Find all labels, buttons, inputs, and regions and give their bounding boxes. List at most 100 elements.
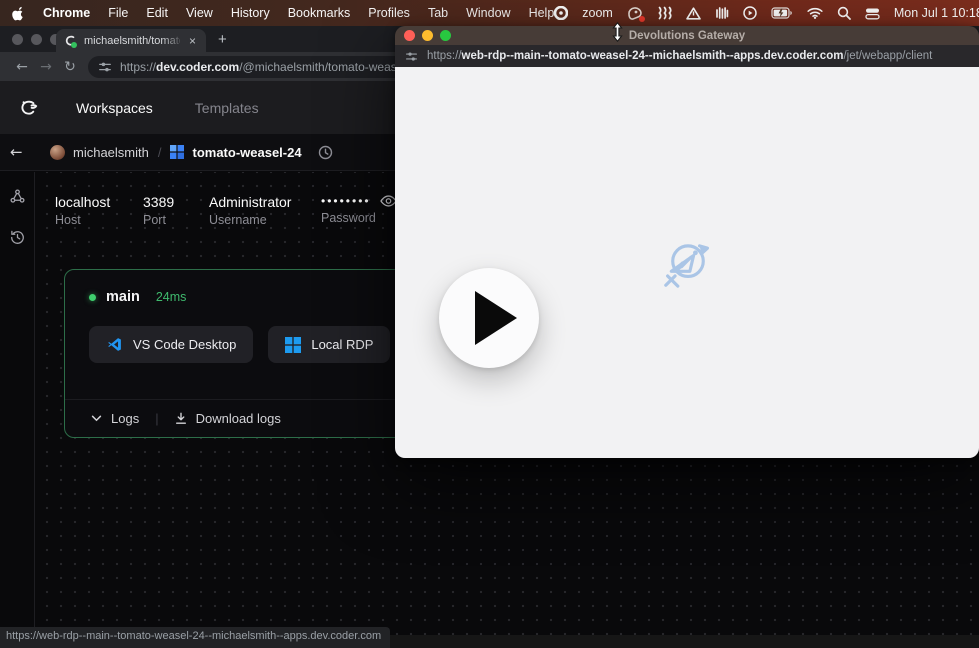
menu-item-file[interactable]: File bbox=[108, 6, 128, 20]
host-label: Host bbox=[55, 213, 143, 227]
url-host: web-rdp--main--tomato-weasel-24--michael… bbox=[462, 50, 844, 62]
play-circle-icon[interactable] bbox=[743, 5, 757, 21]
triangle-icon[interactable] bbox=[686, 5, 701, 21]
breadcrumb-separator: / bbox=[158, 145, 162, 160]
host-value: localhost bbox=[55, 194, 143, 210]
back-arrow-icon[interactable]: ← bbox=[10, 143, 34, 161]
password-label: Password bbox=[321, 211, 397, 225]
tab-close-icon[interactable]: × bbox=[186, 34, 199, 48]
logs-toggle[interactable]: Logs bbox=[91, 411, 139, 426]
devolutions-url-bar[interactable]: https://web-rdp--main--tomato-weasel-24-… bbox=[395, 45, 979, 67]
chevron-down-icon bbox=[91, 415, 102, 422]
site-settings-icon[interactable] bbox=[405, 50, 418, 63]
port-label: Port bbox=[143, 213, 209, 227]
coder-logo[interactable] bbox=[16, 96, 40, 120]
link-status-bubble: https://web-rdp--main--tomato-weasel-24-… bbox=[0, 627, 390, 648]
close-window-button[interactable] bbox=[12, 34, 23, 45]
vscode-desktop-button[interactable]: VS Code Desktop bbox=[89, 326, 253, 363]
nav-workspaces[interactable]: Workspaces bbox=[76, 100, 153, 116]
move-cursor bbox=[611, 22, 624, 42]
schedule-clock-icon[interactable] bbox=[318, 145, 333, 160]
menu-bar-clock[interactable]: Mon Jul 1 10:18:14 AM bbox=[894, 6, 979, 20]
devolutions-title-bar[interactable]: Devolutions Gateway bbox=[395, 26, 979, 45]
wifi-icon[interactable] bbox=[807, 5, 823, 21]
menu-item-help[interactable]: Help bbox=[529, 6, 555, 20]
workspace-sidebar bbox=[0, 172, 35, 635]
minimize-window-button[interactable] bbox=[422, 30, 433, 41]
site-settings-icon[interactable] bbox=[98, 60, 112, 74]
download-icon bbox=[175, 412, 187, 425]
devolutions-bird-logo bbox=[663, 237, 713, 289]
menu-item-view[interactable]: View bbox=[186, 6, 213, 20]
download-logs-label: Download logs bbox=[196, 411, 281, 426]
bars-icon[interactable] bbox=[715, 5, 729, 21]
minimize-window-button[interactable] bbox=[31, 34, 42, 45]
back-icon[interactable]: ← bbox=[10, 59, 34, 75]
username-value: Administrator bbox=[209, 194, 321, 210]
battery-icon[interactable] bbox=[771, 5, 793, 21]
download-logs-button[interactable]: Download logs bbox=[175, 411, 281, 426]
menu-item-window[interactable]: Window bbox=[466, 6, 510, 20]
agent-name: main bbox=[106, 289, 140, 305]
resources-nodes-icon[interactable] bbox=[9, 188, 26, 205]
menu-item-bookmarks[interactable]: Bookmarks bbox=[288, 6, 351, 20]
breadcrumb-username[interactable]: michaelsmith bbox=[73, 145, 149, 160]
waves-icon[interactable] bbox=[657, 5, 672, 21]
vscode-button-label: VS Code Desktop bbox=[133, 337, 236, 352]
play-icon bbox=[475, 291, 517, 345]
username-field: Administrator Username bbox=[209, 194, 321, 227]
reload-icon[interactable]: ↻ bbox=[58, 59, 82, 75]
macos-menu-bar: Chrome File Edit View History Bookmarks … bbox=[0, 0, 979, 26]
devolutions-page-url: https://web-rdp--main--tomato-weasel-24-… bbox=[427, 50, 932, 62]
devolutions-gateway-window: Devolutions Gateway https://web-rdp--mai… bbox=[395, 26, 979, 458]
tab-title-fade bbox=[162, 29, 184, 52]
windows-rdp-icon bbox=[285, 337, 301, 353]
url-scheme: https:// bbox=[427, 50, 462, 62]
menu-item-edit[interactable]: Edit bbox=[146, 6, 168, 20]
user-avatar[interactable] bbox=[50, 145, 65, 160]
new-tab-button[interactable]: + bbox=[218, 31, 227, 52]
chrome-traffic-lights bbox=[12, 34, 61, 45]
port-field: 3389 Port bbox=[143, 194, 209, 227]
port-value: 3389 bbox=[143, 194, 209, 210]
search-icon[interactable] bbox=[837, 5, 851, 21]
forward-icon[interactable]: → bbox=[34, 59, 58, 75]
apple-menu-icon[interactable] bbox=[12, 5, 25, 21]
coder-favicon bbox=[63, 34, 77, 48]
connection-info: localhost Host 3389 Port Administrator U… bbox=[55, 194, 397, 227]
record-status-icon[interactable] bbox=[554, 5, 568, 21]
local-rdp-button[interactable]: Local RDP bbox=[268, 326, 390, 363]
password-field: •••••••• Password bbox=[321, 194, 397, 227]
screen-share-icon[interactable] bbox=[627, 5, 643, 21]
agent-latency: 24ms bbox=[156, 290, 187, 304]
menu-item-profiles[interactable]: Profiles bbox=[368, 6, 410, 20]
nav-templates[interactable]: Templates bbox=[195, 100, 259, 116]
menu-item-history[interactable]: History bbox=[231, 6, 270, 20]
notification-badge bbox=[639, 16, 645, 22]
play-session-button[interactable] bbox=[439, 268, 539, 368]
local-rdp-button-label: Local RDP bbox=[311, 337, 373, 352]
url-scheme: https:// bbox=[120, 60, 156, 74]
vscode-icon bbox=[106, 336, 123, 353]
menu-item-chrome[interactable]: Chrome bbox=[43, 6, 90, 20]
host-field: localhost Host bbox=[55, 194, 143, 227]
history-icon[interactable] bbox=[9, 229, 26, 246]
maximize-window-button[interactable] bbox=[440, 30, 451, 41]
devolutions-window-title: Devolutions Gateway bbox=[629, 30, 745, 42]
url-path: /jet/webapp/client bbox=[843, 50, 932, 62]
logs-label: Logs bbox=[111, 411, 139, 426]
devolutions-traffic-lights bbox=[404, 30, 451, 41]
menu-item-tab[interactable]: Tab bbox=[428, 6, 448, 20]
browser-tab[interactable]: michaelsmith/tomato-weasel-24 × bbox=[56, 29, 206, 52]
rdp-session-view bbox=[395, 67, 979, 458]
agent-status-dot bbox=[89, 294, 96, 301]
control-center-icon[interactable] bbox=[865, 5, 880, 21]
username-label: Username bbox=[209, 213, 321, 227]
password-value: •••••••• bbox=[321, 194, 371, 208]
footer-divider: | bbox=[155, 411, 158, 426]
windows-os-icon bbox=[170, 145, 184, 159]
url-host: dev.coder.com bbox=[156, 60, 239, 74]
close-window-button[interactable] bbox=[404, 30, 415, 41]
breadcrumb-workspace-name[interactable]: tomato-weasel-24 bbox=[192, 145, 301, 160]
zoom-menu-label[interactable]: zoom bbox=[582, 6, 613, 20]
